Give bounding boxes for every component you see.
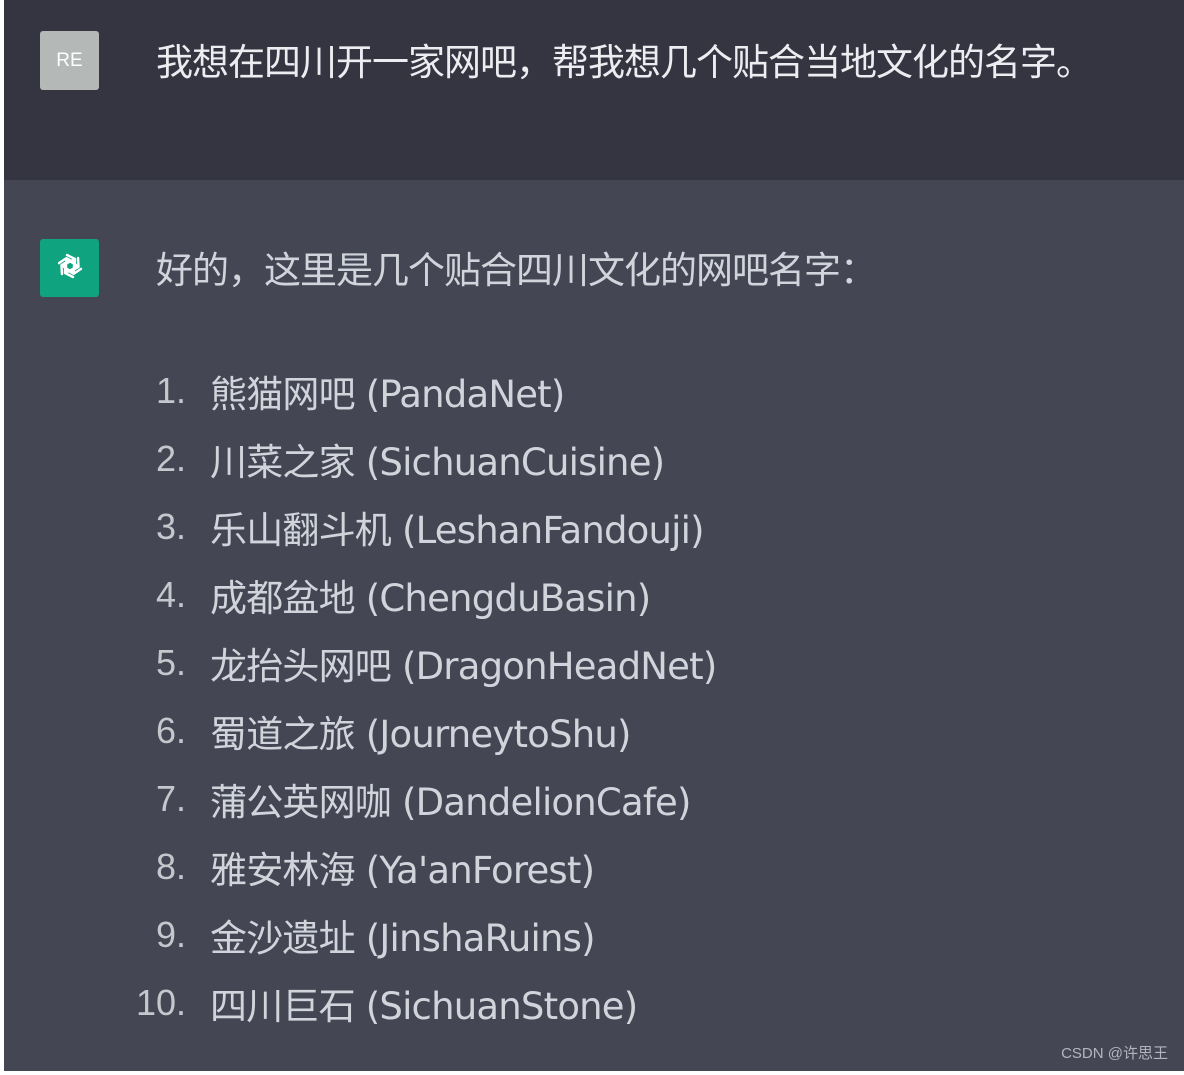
openai-logo-icon xyxy=(53,249,87,287)
list-item-text: 乐山翻斗机 (LeshanFandouji) xyxy=(210,509,705,552)
list-item: 3. 乐山翻斗机 (LeshanFandouji) xyxy=(4,493,1184,561)
list-item-number: 8. xyxy=(155,846,186,887)
list-item-number: 7. xyxy=(155,778,186,819)
user-message-text: 我想在四川开一家网吧，帮我想几个贴合当地文化的名字。 xyxy=(156,41,1093,84)
list-item: 5. 龙抬头网吧 (DragonHeadNet) xyxy=(4,629,1184,697)
list-item-number: 10. xyxy=(135,982,186,1023)
list-item: 8. 雅安林海 (Ya'anForest) xyxy=(4,833,1184,901)
list-item-text: 雅安林海 (Ya'anForest) xyxy=(210,849,595,892)
list-item: 4. 成都盆地 (ChengduBasin) xyxy=(4,561,1184,629)
list-item-number: 5. xyxy=(155,642,186,683)
list-item-number: 6. xyxy=(155,710,186,751)
list-item-text: 熊猫网吧 (PandaNet) xyxy=(210,373,565,416)
watermark: CSDN @许思王 xyxy=(1061,1045,1168,1062)
list-item-number: 1. xyxy=(155,370,186,411)
list-item-number: 3. xyxy=(155,506,186,547)
list-item-text: 龙抬头网吧 (DragonHeadNet) xyxy=(210,645,717,688)
name-suggestion-list: 1. 熊猫网吧 (PandaNet) 2. 川菜之家 (SichuanCuisi… xyxy=(4,357,1184,1037)
list-item-text: 蜀道之旅 (JourneytoShu) xyxy=(210,713,631,756)
list-item-number: 4. xyxy=(155,574,186,615)
list-item: 2. 川菜之家 (SichuanCuisine) xyxy=(4,425,1184,493)
list-item: 10. 四川巨石 (SichuanStone) xyxy=(4,969,1184,1037)
list-item: 9. 金沙遗址 (JinshaRuins) xyxy=(4,901,1184,969)
list-item-text: 四川巨石 (SichuanStone) xyxy=(210,985,638,1028)
list-item-number: 9. xyxy=(155,914,186,955)
list-item: 6. 蜀道之旅 (JourneytoShu) xyxy=(4,697,1184,765)
list-item-text: 金沙遗址 (JinshaRuins) xyxy=(210,917,596,960)
list-item-text: 成都盆地 (ChengduBasin) xyxy=(210,577,651,620)
list-item-text: 川菜之家 (SichuanCuisine) xyxy=(210,441,665,484)
user-avatar: RE xyxy=(40,31,99,90)
list-item: 1. 熊猫网吧 (PandaNet) xyxy=(4,357,1184,425)
list-item: 7. 蒲公英网咖 (DandelionCafe) xyxy=(4,765,1184,833)
assistant-intro-text: 好的，这里是几个贴合四川文化的网吧名字： xyxy=(156,249,877,292)
list-item-number: 2. xyxy=(155,438,186,479)
user-message-block: RE 我想在四川开一家网吧，帮我想几个贴合当地文化的名字。 xyxy=(4,0,1184,180)
assistant-avatar xyxy=(40,239,99,297)
chat-window: RE 我想在四川开一家网吧，帮我想几个贴合当地文化的名字。 好的，这里是几个贴合… xyxy=(4,0,1184,1071)
list-item-text: 蒲公英网咖 (DandelionCafe) xyxy=(210,781,691,824)
